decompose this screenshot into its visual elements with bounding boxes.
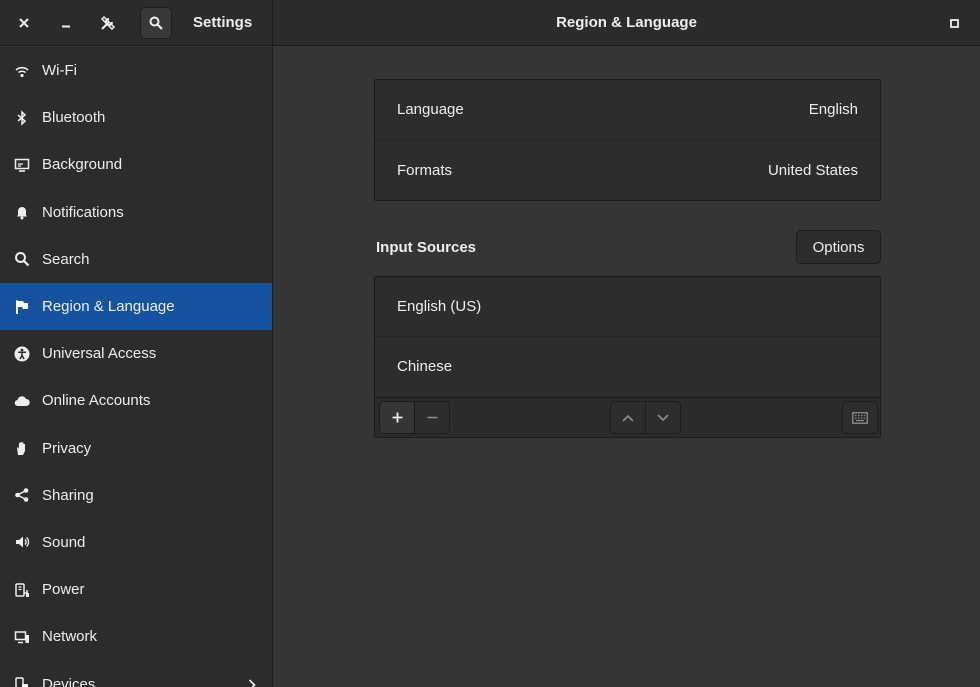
language-row[interactable]: Language English (375, 80, 880, 140)
search-icon (14, 251, 30, 267)
region-frame: Language English Formats United States (374, 79, 881, 201)
flag-icon (14, 299, 30, 315)
sidebar-item-notifications[interactable]: Notifications (0, 189, 272, 236)
sidebar: Wi-Fi Bluetooth Background Notifications… (0, 47, 273, 687)
language-label: Language (397, 101, 464, 118)
sidebar-item-wifi[interactable]: Wi-Fi (0, 47, 272, 94)
search-button[interactable] (140, 7, 172, 39)
input-source-row[interactable]: English (US) (375, 277, 880, 337)
network-icon (14, 629, 30, 645)
sidebar-item-sound[interactable]: Sound (0, 519, 272, 566)
main-content: Language English Formats United States I… (273, 47, 980, 687)
app-title: Settings (193, 14, 253, 31)
input-sources-frame: English (US) Chinese (374, 276, 881, 438)
sidebar-item-power[interactable]: Power (0, 566, 272, 613)
move-down-button[interactable] (645, 402, 680, 433)
bell-icon (14, 204, 30, 220)
input-source-label: Chinese (397, 358, 453, 375)
sidebar-item-label: Bluetooth (42, 109, 106, 127)
sidebar-item-label: Power (42, 581, 85, 599)
keyboard-group (842, 401, 878, 434)
sidebar-item-universal-access[interactable]: Universal Access (0, 330, 272, 377)
language-value: English (808, 101, 858, 118)
sidebar-item-label: Region & Language (42, 298, 175, 316)
close-button[interactable] (8, 7, 40, 39)
chevron-right-icon (248, 678, 256, 687)
hand-icon (14, 440, 30, 456)
sidebar-item-network[interactable]: Network (0, 613, 272, 660)
header-bar: Settings Region & Language (0, 0, 980, 46)
sidebar-item-label: Background (42, 156, 123, 174)
accessibility-icon (14, 346, 30, 362)
sidebar-item-background[interactable]: Background (0, 141, 272, 188)
sidebar-item-privacy[interactable]: Privacy (0, 425, 272, 472)
plus-icon (392, 412, 402, 423)
input-source-row[interactable]: Chinese (375, 337, 880, 397)
add-input-source-button[interactable] (380, 402, 414, 433)
input-sources-title: Input Sources (376, 239, 477, 256)
minus-icon (427, 416, 437, 419)
input-source-label: English (US) (397, 298, 482, 315)
power-icon (14, 582, 30, 598)
sidebar-item-bluetooth[interactable]: Bluetooth (0, 94, 272, 141)
cloud-icon (14, 393, 30, 409)
wifi-icon (14, 63, 30, 79)
background-icon (14, 157, 30, 173)
sidebar-item-label: Wi-Fi (42, 62, 77, 80)
keyboard-icon (852, 411, 868, 424)
options-button[interactable]: Options (796, 230, 881, 264)
devices-icon (14, 676, 30, 687)
add-remove-group (379, 401, 450, 434)
tools-icon (100, 15, 116, 31)
formats-row[interactable]: Formats United States (375, 140, 880, 200)
speaker-icon (14, 534, 30, 550)
sidebar-item-label: Sound (42, 533, 86, 551)
chevron-up-icon (622, 414, 634, 422)
maximize-button[interactable] (938, 7, 970, 39)
sidebar-item-label: Sharing (42, 486, 94, 504)
input-sources-toolbar (375, 397, 880, 437)
chevron-down-icon (657, 413, 669, 421)
close-icon (19, 18, 29, 28)
remove-input-source-button[interactable] (414, 402, 449, 433)
sidebar-item-sharing[interactable]: Sharing (0, 472, 272, 519)
sidebar-item-devices[interactable]: Devices (0, 660, 272, 687)
bluetooth-icon (14, 109, 30, 126)
tools-button[interactable] (92, 7, 124, 39)
sidebar-item-label: Universal Access (42, 345, 157, 363)
share-icon (14, 487, 30, 503)
sidebar-item-region-language[interactable]: Region & Language (0, 282, 272, 331)
page-title: Region & Language (556, 14, 697, 31)
sidebar-item-label: Network (42, 628, 98, 646)
move-group (610, 401, 681, 434)
minimize-icon (62, 25, 70, 28)
sidebar-item-label: Devices (42, 675, 96, 687)
sidebar-item-search[interactable]: Search (0, 236, 272, 283)
move-up-button[interactable] (611, 402, 645, 433)
formats-value: United States (767, 161, 858, 179)
sidebar-item-label: Notifications (42, 203, 124, 221)
maximize-icon (949, 18, 959, 28)
header-left: Settings (0, 0, 273, 46)
minimize-button[interactable] (50, 7, 82, 39)
search-icon (149, 16, 163, 30)
sidebar-item-label: Search (42, 250, 90, 268)
formats-label: Formats (397, 161, 453, 179)
sidebar-item-online-accounts[interactable]: Online Accounts (0, 377, 272, 424)
sidebar-item-label: Privacy (42, 439, 92, 457)
sidebar-item-label: Online Accounts (42, 392, 151, 410)
show-keyboard-layout-button[interactable] (843, 402, 877, 433)
